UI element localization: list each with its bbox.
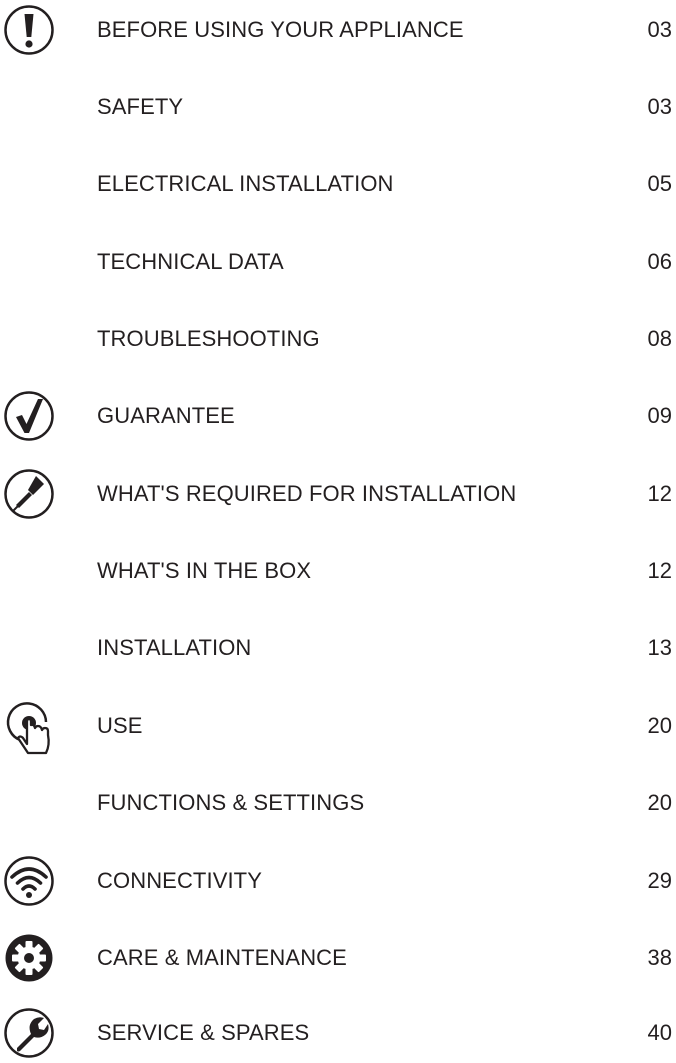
toc-entry-care-maintenance[interactable]: CARE & MAINTENANCE 38 [0,928,676,988]
toc-entry-page: 13 [647,635,672,660]
screwdriver-icon [3,468,55,520]
toc-entry-label: WHAT'S IN THE BOX [97,558,312,583]
touch-hand-icon [3,700,55,755]
toc-entry-guarantee[interactable]: GUARANTEE 09 [0,386,676,446]
toc-entry-page: 03 [647,17,672,42]
toc-entry-whats-in-the-box[interactable]: WHAT'S IN THE BOX 12 [0,541,676,601]
toc-entry-page: 06 [647,249,672,274]
toc-entry-label: USE [97,713,143,738]
toc-entry-technical-data[interactable]: TECHNICAL DATA 06 [0,232,676,292]
toc-entry-before-using[interactable]: BEFORE USING YOUR APPLIANCE 03 [0,0,676,60]
exclamation-icon [3,4,55,56]
toc-entry-page: 08 [647,326,672,351]
toc-entry-page: 29 [647,868,672,893]
toc-entry-page: 38 [647,945,672,970]
toc-entry-connectivity[interactable]: CONNECTIVITY 29 [0,851,676,911]
toc-entry-label: CONNECTIVITY [97,868,262,893]
toc-entry-page: 12 [647,481,672,506]
toc-entry-page: 05 [647,171,672,196]
toc-entry-label: CARE & MAINTENANCE [97,945,347,970]
toc-entry-label: FUNCTIONS & SETTINGS [97,790,365,815]
checkmark-icon [3,390,55,442]
toc-entry-label: INSTALLATION [97,635,252,660]
toc-entry-installation[interactable]: INSTALLATION 13 [0,618,676,678]
toc-entry-functions-settings[interactable]: FUNCTIONS & SETTINGS 20 [0,773,676,833]
toc-entry-page: 03 [647,94,672,119]
toc-entry-label: WHAT'S REQUIRED FOR INSTALLATION [97,481,517,506]
toc-entry-label: BEFORE USING YOUR APPLIANCE [97,17,464,42]
toc-entry-label: ELECTRICAL INSTALLATION [97,171,394,196]
toc-entry-use[interactable]: USE 20 [0,696,676,756]
wifi-icon [3,855,55,907]
toc-entry-page: 20 [647,790,672,815]
toc-entry-page: 12 [647,558,672,583]
toc-entry-page: 40 [647,1020,672,1045]
toc-entry-label: SERVICE & SPARES [97,1020,310,1045]
gear-icon [3,932,55,984]
toc-entry-whats-required[interactable]: WHAT'S REQUIRED FOR INSTALLATION 12 [0,464,676,524]
toc-entry-electrical-installation[interactable]: ELECTRICAL INSTALLATION 05 [0,154,676,214]
toc-entry-safety[interactable]: SAFETY 03 [0,77,676,137]
toc-entry-label: TECHNICAL DATA [97,249,284,274]
toc-entry-label: SAFETY [97,94,184,119]
table-of-contents: BEFORE USING YOUR APPLIANCE 03 SAFETY 03… [0,0,676,1063]
toc-entry-label: TROUBLESHOOTING [97,326,320,351]
toc-entry-label: GUARANTEE [97,403,235,428]
toc-entry-page: 09 [647,403,672,428]
toc-entry-service-spares[interactable]: SERVICE & SPARES 40 [0,1003,676,1063]
toc-entry-page: 20 [647,713,672,738]
wrench-icon [3,1007,55,1059]
toc-entry-troubleshooting[interactable]: TROUBLESHOOTING 08 [0,309,676,369]
